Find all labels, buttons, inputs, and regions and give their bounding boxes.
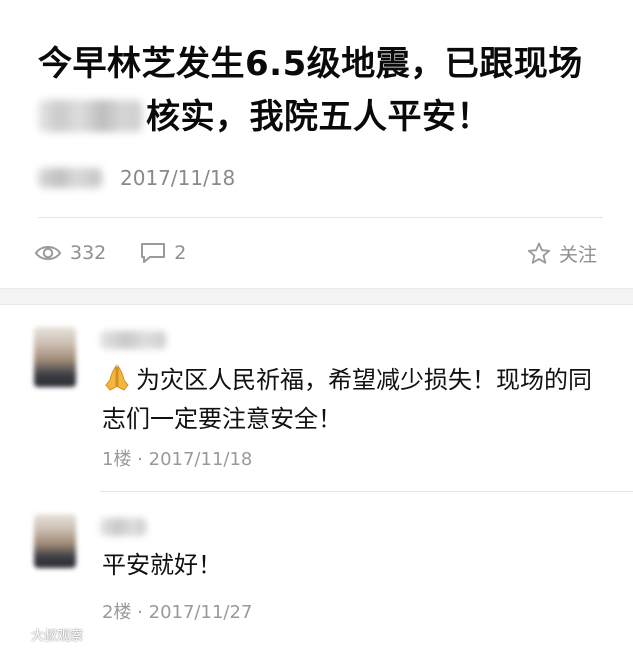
views-stat: 332 — [34, 242, 106, 264]
divider — [38, 217, 603, 218]
comment-text-content: 为灾区人民祈福，希望减少损失！现场的同志们一定要注意安全！ — [102, 366, 592, 433]
post-title: 今早林芝发生6.5级地震，已跟现场 核实，我院五人平安！ — [38, 38, 603, 144]
weibo-logo-icon — [6, 627, 27, 643]
comment-date: 2017/11/27 — [148, 602, 253, 623]
follow-label: 关注 — [558, 243, 597, 266]
commenter-name-redacted[interactable] — [100, 518, 146, 536]
comment-text: 为灾区人民祈福，希望减少损失！现场的同志们一定要注意安全！ — [102, 361, 602, 439]
meta-separator: · — [131, 449, 149, 470]
eye-icon — [34, 246, 62, 260]
meta-separator: · — [131, 602, 149, 623]
comment-floor: 2楼 — [102, 602, 132, 623]
post-card: 今早林芝发生6.5级地震，已跟现场 核实，我院五人平安！ 2017/11/18 … — [0, 0, 633, 288]
comment-text: 平安就好！ — [102, 546, 602, 585]
watermark-text: 大叔观察 — [31, 629, 84, 644]
author-name-redacted[interactable] — [38, 168, 102, 188]
post-title-line1: 今早林芝发生6.5级地震，已跟现场 — [38, 44, 583, 84]
post-stats: 332 2 — [34, 238, 220, 268]
commenter-name-redacted[interactable] — [100, 331, 166, 349]
comments-count: 2 — [174, 242, 187, 264]
post-meta: 2017/11/18 — [38, 165, 235, 191]
watermark: 大叔观察 — [6, 625, 83, 644]
post-date: 2017/11/18 — [120, 166, 236, 190]
post-title-line2: 核实，我院五人平安！ — [146, 97, 491, 137]
comment-date: 2017/11/18 — [148, 449, 253, 470]
section-separator — [0, 288, 633, 305]
follow-button[interactable]: 关注 — [527, 238, 597, 268]
comment-item: 平安就好！ 2楼 · 2017/11/27 — [0, 492, 633, 649]
folded-hands-icon — [105, 364, 129, 391]
avatar[interactable] — [34, 514, 76, 568]
comment-item: 为灾区人民祈福，希望减少损失！现场的同志们一定要注意安全！ 1楼 · 2017/… — [0, 305, 633, 492]
redacted-text — [38, 100, 142, 132]
comment-meta: 1楼 · 2017/11/18 — [102, 445, 252, 471]
comments-stat[interactable]: 2 — [140, 242, 186, 264]
comment-bubble-icon — [141, 243, 166, 263]
comment-floor: 1楼 — [102, 449, 132, 470]
star-icon — [527, 242, 551, 264]
views-count: 332 — [70, 242, 107, 264]
avatar[interactable] — [34, 327, 76, 387]
comment-meta: 2楼 · 2017/11/27 — [102, 598, 252, 624]
comment-text-content: 平安就好！ — [102, 551, 222, 579]
